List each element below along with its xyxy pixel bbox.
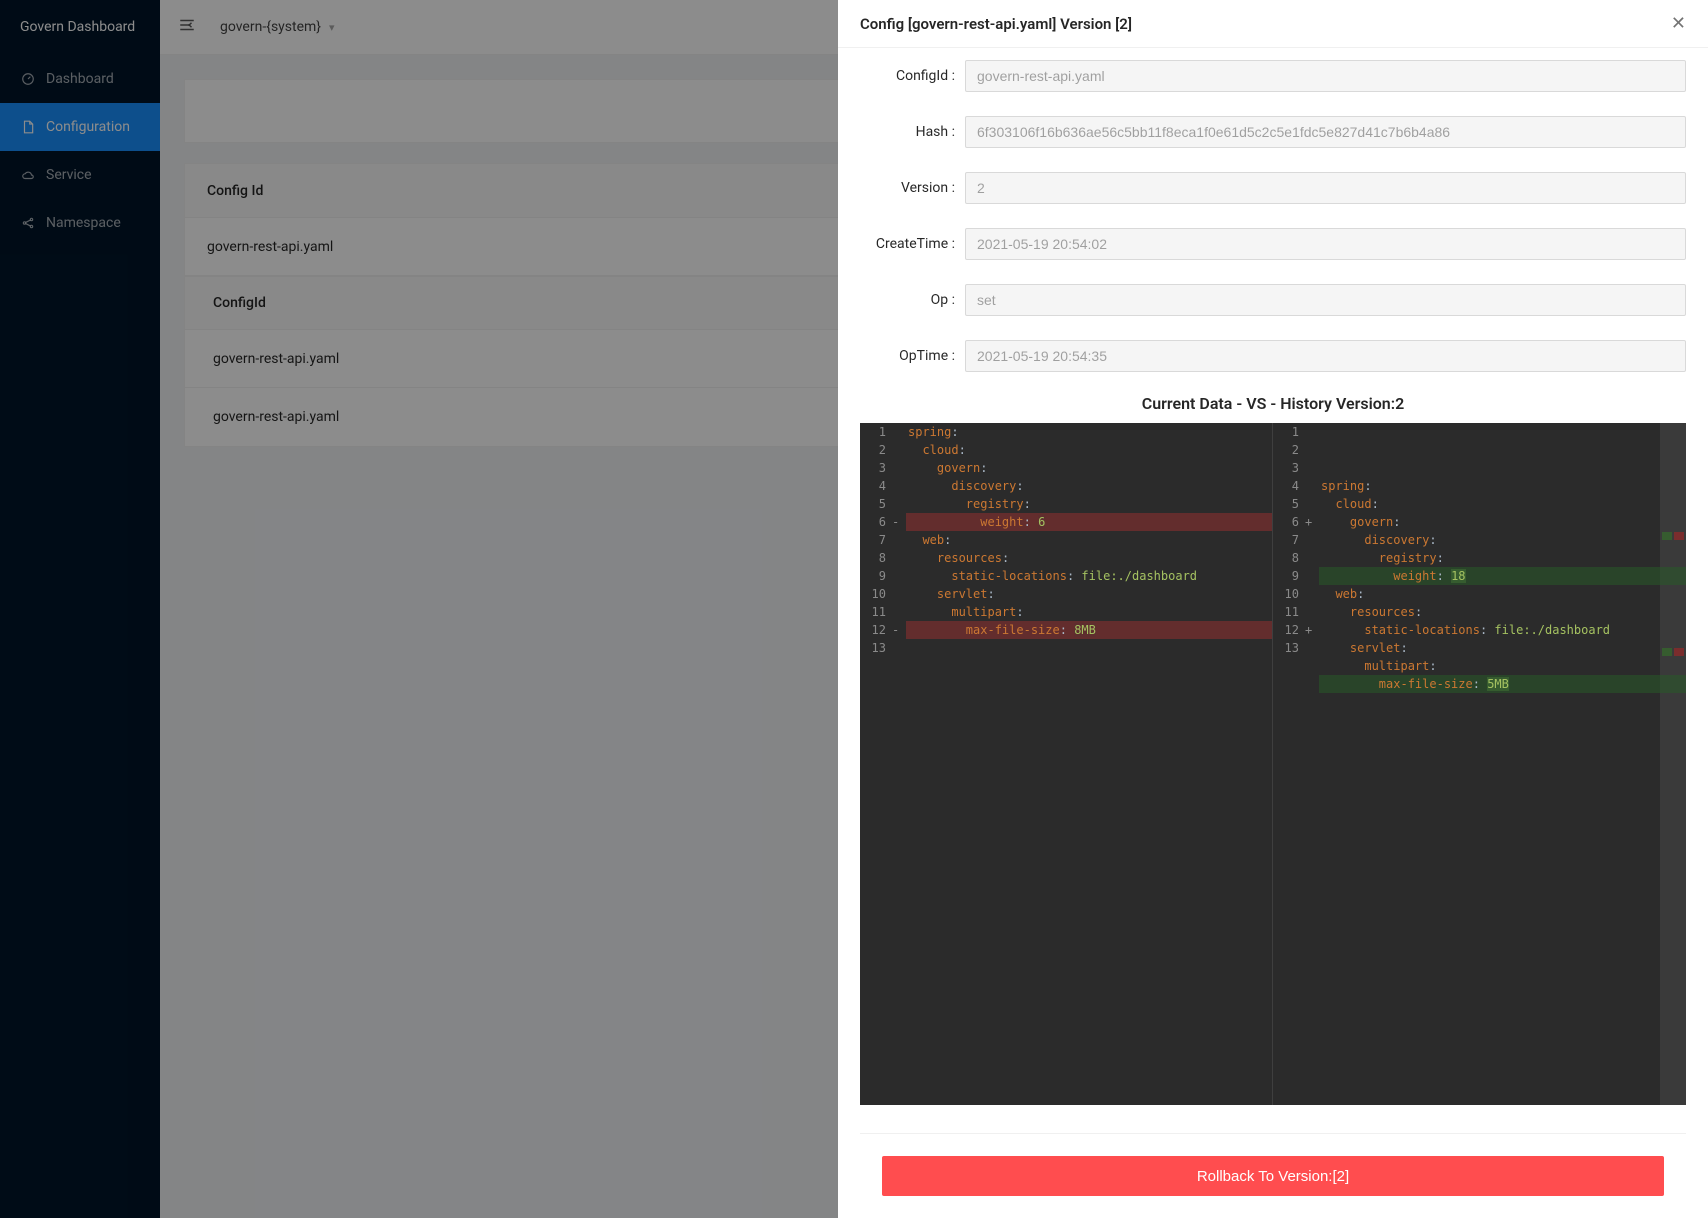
diff-line: servlet:: [1319, 639, 1686, 657]
diff-line: govern:: [1319, 513, 1686, 531]
diff-line: web:: [1319, 585, 1686, 603]
diff-line: govern:: [906, 459, 1272, 477]
drawer-title: Config [govern-rest-api.yaml] Version [2…: [860, 15, 1132, 33]
diff-line: web:: [906, 531, 1272, 549]
rollback-button[interactable]: Rollback To Version:[2]: [882, 1156, 1664, 1196]
diff-line: resources:: [1319, 603, 1686, 621]
label-opTime: OpTime: [860, 348, 955, 364]
diff-line: [1319, 693, 1686, 711]
diff-line: static-locations: file:./dashboard: [906, 567, 1272, 585]
config-drawer: Config [govern-rest-api.yaml] Version [2…: [838, 0, 1708, 1218]
diff-line: cloud:: [1319, 495, 1686, 513]
diff-line: resources:: [906, 549, 1272, 567]
diff-line: spring:: [906, 423, 1272, 441]
input-op: [965, 284, 1686, 316]
diff-line: registry:: [1319, 549, 1686, 567]
diff-line: servlet:: [906, 585, 1272, 603]
diff-line: weight: 18: [1319, 567, 1686, 585]
label-configId: ConfigId: [860, 68, 955, 84]
label-op: Op: [860, 292, 955, 308]
input-opTime: [965, 340, 1686, 372]
diff-line: multipart:: [1319, 657, 1686, 675]
input-createTime: [965, 228, 1686, 260]
diff-line: multipart:: [906, 603, 1272, 621]
diff-right-pane: 12345678910111213 ++ spring: cloud: gove…: [1273, 423, 1686, 1105]
diff-line: registry:: [906, 495, 1272, 513]
diff-line: static-locations: file:./dashboard: [1319, 621, 1686, 639]
label-createTime: CreateTime: [860, 236, 955, 252]
diff-left-pane: 12345678910111213 -- spring: cloud: gove…: [860, 423, 1273, 1105]
diff-line: discovery:: [1319, 531, 1686, 549]
diff-line: spring:: [1319, 477, 1686, 495]
diff-line: cloud:: [906, 441, 1272, 459]
label-version: Version: [860, 180, 955, 196]
close-icon[interactable]: ✕: [1671, 15, 1686, 33]
diff-line: [906, 639, 1272, 657]
diff-line: max-file-size: 5MB: [1319, 675, 1686, 693]
diff-line: weight: 6: [906, 513, 1272, 531]
diff-line: discovery:: [906, 477, 1272, 495]
input-configId: [965, 60, 1686, 92]
diff-line: max-file-size: 8MB: [906, 621, 1272, 639]
diff-title: Current Data - VS - History Version:2: [860, 384, 1686, 423]
label-hash: Hash: [860, 124, 955, 140]
input-hash: [965, 116, 1686, 148]
input-version: [965, 172, 1686, 204]
diff-viewer: 12345678910111213 -- spring: cloud: gove…: [860, 423, 1686, 1105]
